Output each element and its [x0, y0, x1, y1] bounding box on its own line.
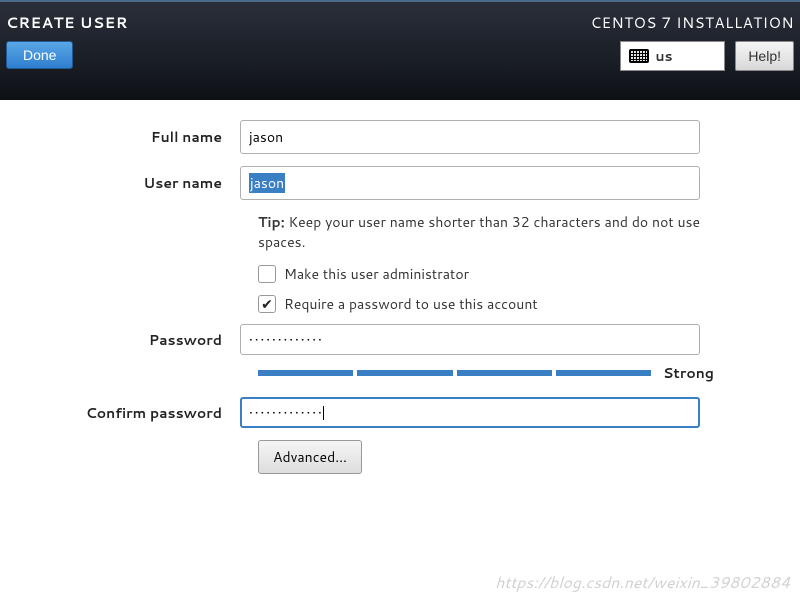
password-input[interactable]: ••••••••••••• — [240, 324, 700, 355]
strength-seg-3 — [457, 370, 552, 376]
full-name-label: Full name — [40, 127, 240, 147]
password-mask: ••••••••••••• — [249, 331, 324, 348]
tip-prefix: Tip: — [258, 212, 285, 232]
keyboard-layout-selector[interactable]: us — [620, 41, 725, 71]
admin-checkbox-label[interactable]: Make this user administrator — [284, 264, 469, 284]
row-user-name: User name jason — [40, 166, 760, 200]
strength-seg-4 — [556, 370, 651, 376]
require-password-checkbox[interactable] — [258, 295, 276, 313]
watermark: https://blog.csdn.net/weixin_39802884 — [495, 571, 790, 594]
username-tip: Tip: Keep your user name shorter than 32… — [258, 212, 718, 252]
confirm-password-input[interactable]: ••••••••••••• — [240, 397, 700, 428]
full-name-input[interactable] — [240, 120, 700, 154]
password-label: Password — [40, 330, 240, 350]
password-strength-bar — [258, 370, 651, 376]
row-full-name: Full name — [40, 120, 760, 154]
tip-text: Keep your user name shorter than 32 char… — [258, 212, 700, 252]
advanced-button[interactable]: Advanced... — [258, 440, 362, 474]
password-strength-label: Strong — [663, 363, 718, 383]
user-name-input[interactable]: jason — [240, 166, 700, 200]
row-require-password-checkbox: Require a password to use this account — [258, 294, 718, 314]
header-controls: us Help! — [620, 41, 794, 71]
admin-checkbox[interactable] — [258, 265, 276, 283]
page-title: CREATE USER — [6, 12, 128, 33]
user-name-label: User name — [40, 173, 240, 193]
row-password-strength: Strong — [258, 363, 718, 383]
text-cursor — [323, 406, 324, 420]
require-password-checkbox-label[interactable]: Require a password to use this account — [284, 294, 538, 314]
strength-seg-2 — [357, 370, 452, 376]
header-right: CENTOS 7 INSTALLATION us Help! — [591, 12, 794, 100]
row-password: Password ••••••••••••• — [40, 324, 760, 355]
row-confirm-password: Confirm password ••••••••••••• — [40, 397, 760, 428]
keyboard-layout-label: us — [655, 46, 672, 66]
done-button[interactable]: Done — [6, 41, 73, 69]
confirm-password-label: Confirm password — [40, 403, 240, 423]
header-left: CREATE USER Done — [6, 12, 128, 100]
help-button[interactable]: Help! — [735, 41, 794, 71]
row-admin-checkbox: Make this user administrator — [258, 264, 718, 284]
user-name-selected-text: jason — [249, 173, 285, 193]
form: Full name User name jason Tip: Keep your… — [0, 100, 800, 474]
row-advanced: Advanced... — [258, 440, 760, 474]
header-bar: CREATE USER Done CENTOS 7 INSTALLATION u… — [0, 0, 800, 100]
installer-title: CENTOS 7 INSTALLATION — [591, 12, 794, 33]
strength-seg-1 — [258, 370, 353, 376]
keyboard-icon — [629, 49, 649, 63]
confirm-password-mask: ••••••••••••• — [249, 404, 324, 421]
